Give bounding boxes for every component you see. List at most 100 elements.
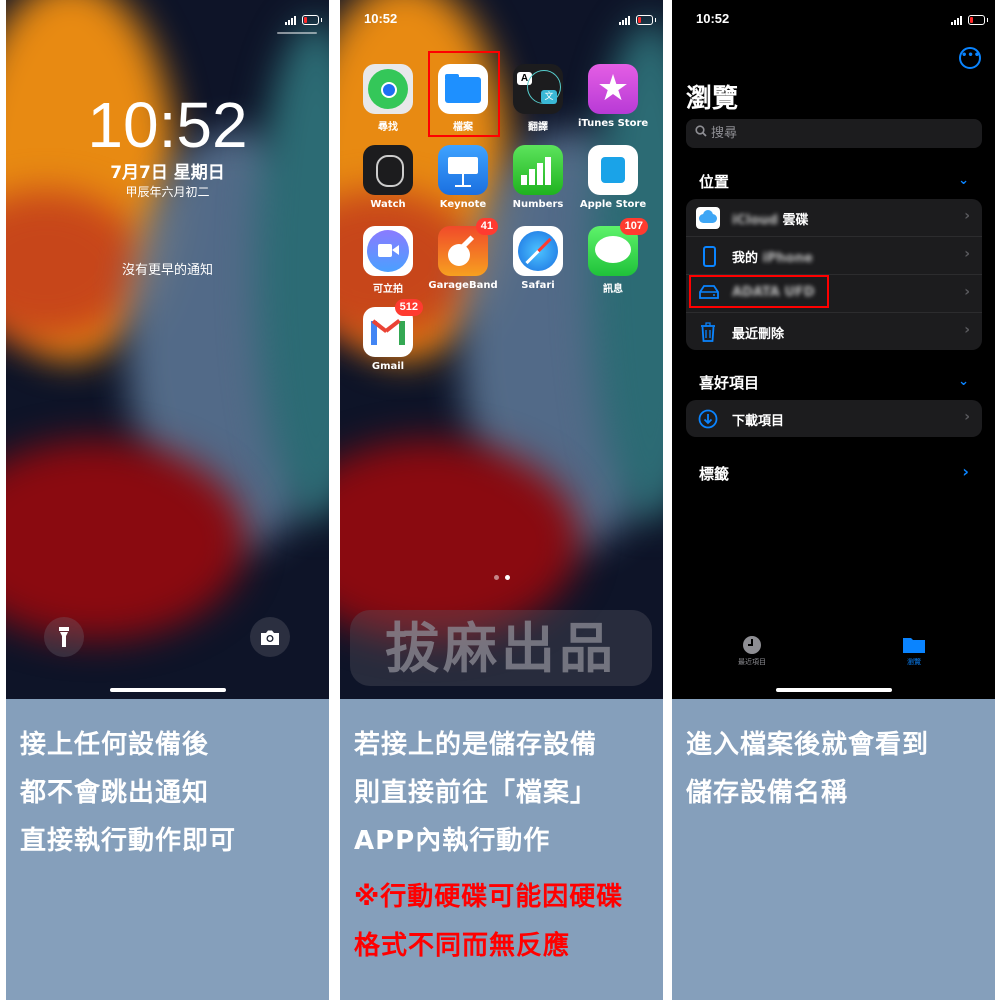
- battery-icon: [302, 15, 322, 25]
- app-keynote[interactable]: Keynote: [428, 145, 498, 210]
- notification-badge: 107: [619, 218, 648, 235]
- app-apple-store[interactable]: Apple Store: [578, 145, 648, 210]
- search-input[interactable]: 搜尋: [686, 119, 982, 148]
- watermark: 拔麻出品: [350, 610, 652, 686]
- app-find-my[interactable]: 尋找: [353, 64, 423, 133]
- lock-date: 7月7日 星期日: [110, 163, 225, 183]
- location-on-my-iphone[interactable]: 我的 iPhone ›: [686, 237, 982, 275]
- status-bar: [340, 12, 663, 28]
- app-garageband[interactable]: 41 GarageBand: [428, 218, 498, 291]
- trash-icon: [698, 322, 720, 342]
- signal-icon: [619, 16, 633, 25]
- caption-line: 若接上的是儲存設備: [354, 730, 598, 760]
- translate-icon: A 文: [513, 64, 563, 114]
- messages-icon: 107: [588, 218, 648, 276]
- camera-button[interactable]: [250, 617, 290, 657]
- flashlight-icon: [59, 627, 69, 647]
- home-indicator[interactable]: [109, 688, 226, 692]
- download-icon: [698, 409, 720, 429]
- chevron-down-icon[interactable]: ⌄: [958, 173, 969, 188]
- app-safari[interactable]: Safari: [503, 226, 573, 291]
- caption-line: 則直接前往「檔案」: [354, 778, 598, 808]
- notification-badge: 512: [394, 299, 423, 316]
- chevron-right-icon[interactable]: ›: [962, 462, 969, 481]
- battery-icon: [968, 15, 988, 25]
- app-clips[interactable]: 可立拍: [353, 226, 423, 295]
- status-bar: [672, 12, 995, 28]
- chevron-right-icon: ›: [964, 322, 970, 338]
- signal-icon: [285, 16, 299, 25]
- numbers-icon: [513, 145, 563, 195]
- icloud-icon: [696, 207, 720, 229]
- chevron-right-icon: ›: [964, 246, 970, 262]
- files-app-panel: 10:52 ••• 瀏覽 搜尋 位置 ⌄ iCloud 雲碟 › 我的 iPho…: [672, 0, 995, 1000]
- favorite-downloads[interactable]: 下載項目 ›: [686, 400, 982, 437]
- ellipsis-icon: •••: [961, 50, 981, 61]
- caption-box: 接上任何設備後 都不會跳出通知 直接執行動作即可: [6, 699, 329, 1000]
- files-app: 10:52 ••• 瀏覽 搜尋 位置 ⌄ iCloud 雲碟 › 我的 iPho…: [672, 0, 995, 699]
- caption-box: 若接上的是儲存設備 則直接前往「檔案」 APP內執行動作 ※行動硬碟可能因硬碟 …: [340, 699, 663, 1000]
- app-watch[interactable]: Watch: [353, 145, 423, 210]
- location-icloud-drive[interactable]: iCloud 雲碟 ›: [686, 199, 982, 237]
- chevron-right-icon: ›: [964, 284, 970, 300]
- app-gmail[interactable]: 512 Gmail: [353, 299, 423, 372]
- home-screen-panel: 10:52 尋找 檔案 A 文 翻譯 ★ iTunes Store Watch …: [340, 0, 663, 1000]
- clock-icon: [743, 636, 761, 654]
- keynote-icon: [438, 145, 488, 195]
- control-center-indicator: [277, 32, 317, 34]
- caption-warning: ※行動硬碟可能因硬碟: [354, 882, 624, 912]
- find-my-icon: [363, 64, 413, 114]
- app-translate[interactable]: A 文 翻譯: [503, 64, 573, 133]
- signal-icon: [951, 16, 965, 25]
- search-placeholder: 搜尋: [711, 126, 738, 141]
- caption-line: 直接執行動作即可: [20, 826, 237, 856]
- caption-line: 接上任何設備後: [20, 730, 210, 760]
- chevron-right-icon: ›: [964, 409, 970, 425]
- flashlight-button[interactable]: [44, 617, 84, 657]
- page-title: 瀏覽: [686, 84, 739, 114]
- itunes-star-icon: ★: [588, 64, 638, 114]
- section-header-tags[interactable]: 標籤: [699, 463, 729, 484]
- caption-line: 都不會跳出通知: [20, 778, 210, 808]
- apple-store-icon: [588, 145, 638, 195]
- chevron-right-icon: ›: [964, 208, 970, 224]
- chevron-down-icon[interactable]: ⌄: [958, 374, 969, 389]
- caption-warning: 格式不同而無反應: [354, 931, 571, 961]
- lock-screen: 10:52 7月7日 星期日 甲辰年六月初二 沒有更早的通知: [6, 0, 329, 699]
- garageband-icon: 41: [438, 218, 498, 276]
- home-indicator[interactable]: [775, 688, 892, 692]
- section-header-favorites: 喜好項目: [699, 374, 760, 392]
- caption-box: 進入檔案後就會看到 儲存設備名稱: [672, 699, 995, 1000]
- lunar-date: 甲辰年六月初二: [125, 185, 210, 199]
- status-bar: [6, 12, 329, 28]
- page-dot[interactable]: [493, 575, 499, 580]
- folder-icon: [903, 638, 925, 653]
- clips-icon: [363, 226, 413, 276]
- search-icon: [695, 119, 707, 148]
- gmail-icon: 512: [363, 299, 423, 357]
- page-indicator[interactable]: [493, 575, 510, 580]
- tab-recents[interactable]: 最近項目: [722, 635, 782, 667]
- iphone-icon: [698, 246, 720, 267]
- app-numbers[interactable]: Numbers: [503, 145, 573, 210]
- notification-badge: 41: [475, 218, 498, 235]
- caption-line: APP內執行動作: [354, 826, 551, 856]
- section-header-locations: 位置: [699, 173, 730, 191]
- app-itunes-store[interactable]: ★ iTunes Store: [578, 64, 648, 129]
- battery-icon: [636, 15, 656, 25]
- location-recently-deleted[interactable]: 最近刪除 ›: [686, 313, 982, 350]
- camera-icon: [261, 630, 279, 645]
- safari-icon: [513, 226, 563, 276]
- home-screen: 10:52 尋找 檔案 A 文 翻譯 ★ iTunes Store Watch …: [340, 0, 663, 699]
- drive-highlight-box: [689, 275, 829, 308]
- no-notifications-text: 沒有更早的通知: [121, 263, 213, 278]
- page-dot-active[interactable]: [504, 575, 510, 580]
- tab-browse[interactable]: 瀏覽: [884, 635, 944, 667]
- watch-icon: [363, 145, 413, 195]
- lock-time: 10:52: [87, 89, 248, 161]
- favorites-list: 下載項目 ›: [686, 400, 982, 437]
- app-messages[interactable]: 107 訊息: [578, 218, 648, 295]
- caption-line: 進入檔案後就會看到: [686, 730, 930, 760]
- more-options-button[interactable]: •••: [959, 47, 981, 69]
- caption-line: 儲存設備名稱: [686, 778, 849, 808]
